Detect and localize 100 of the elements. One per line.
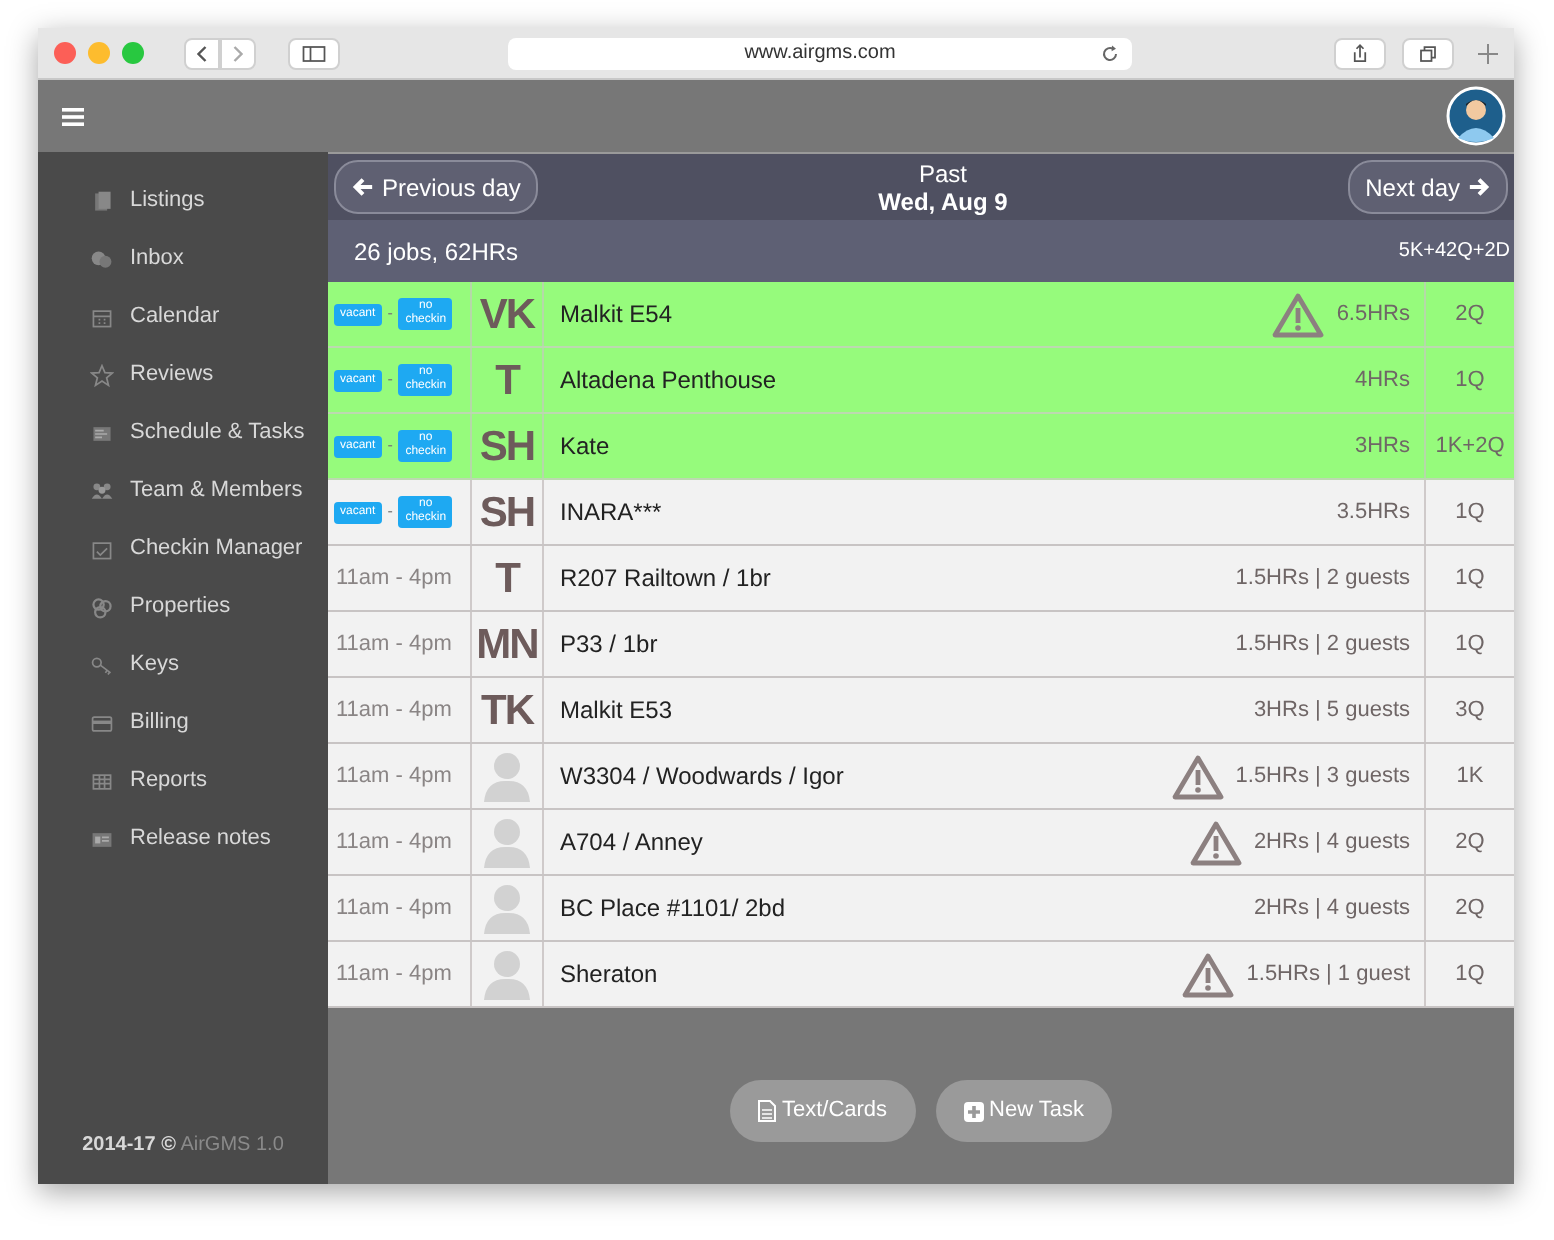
sidebar-item[interactable]: Schedule & Tasks [38, 404, 328, 462]
menu-icon[interactable] [62, 107, 84, 125]
beds-summary: 5K+42Q+2D [1398, 238, 1510, 266]
job-details: 1.5HRs | 2 guests [1235, 563, 1410, 594]
job-row[interactable]: 11am - 4pm MN P33 / 1br 1.5HRs | 2 guests 1Q [328, 612, 1514, 678]
jobs-summary: 26 jobs, 62HRs [354, 235, 519, 269]
back-icon[interactable] [184, 37, 220, 69]
sidebar-item[interactable]: Reviews [38, 346, 328, 404]
job-details: 3.5HRs [1336, 497, 1410, 528]
bed-count: 2Q [1455, 893, 1485, 924]
job-row[interactable]: 11am - 4pm T R207 Railtown / 1br 1.5HRs | 2 guests 1Q [328, 546, 1514, 612]
card-icon [90, 711, 114, 735]
property-name: P33 / 1br [560, 628, 658, 662]
job-row[interactable]: 11am - 4pm Sheraton 1.5HRs | 1 guest 1Q [328, 942, 1514, 1008]
property-name: Altadena Penthouse [560, 364, 777, 398]
job-row[interactable]: 11am - 4pm TK Malkit E53 3HRs | 5 guests 3Q [328, 678, 1514, 744]
job-details: 3HRs | 5 guests [1253, 695, 1410, 726]
property-name: A704 / Anney [560, 826, 703, 860]
job-details: 4HRs [1354, 365, 1410, 396]
sidebar-item[interactable]: Release notes [38, 810, 328, 868]
people-icon [90, 479, 114, 503]
bed-count: 2Q [1455, 299, 1485, 330]
time-range: 11am - 4pm [336, 629, 452, 660]
job-row[interactable]: 11am - 4pm A704 / Anney 2HRs | 4 guests 2Q [328, 810, 1514, 876]
job-details: 2HRs | 4 guests [1253, 893, 1410, 924]
time-range: 11am - 4pm [336, 893, 452, 924]
sidebar-item[interactable]: Reports [38, 752, 328, 810]
sidebar-item[interactable]: Calendar [38, 288, 328, 346]
bed-count: 3Q [1455, 695, 1485, 726]
newspaper-icon [90, 827, 114, 851]
sidebar-item[interactable]: Team & Members [38, 462, 328, 520]
separator-text: - [387, 368, 393, 392]
job-details: 6.5HRs [1336, 299, 1410, 330]
property-name: Malkit E54 [560, 298, 673, 332]
arrow-left-icon [352, 176, 374, 198]
person-placeholder-icon [482, 948, 532, 1000]
initials-text: T [495, 557, 519, 599]
person-placeholder-icon [482, 750, 532, 802]
job-details: 1.5HRs | 3 guests [1235, 761, 1410, 792]
documents-icon [90, 189, 114, 213]
property-name: R207 Railtown / 1br [560, 562, 771, 596]
bed-count: 1Q [1455, 959, 1485, 990]
person-placeholder-icon [482, 882, 532, 934]
initials-text: T [495, 359, 519, 401]
previous-day-button[interactable]: Previous day [334, 160, 539, 214]
sidebar-item[interactable]: Properties [38, 578, 328, 636]
share-icon[interactable] [1334, 37, 1386, 69]
rings-icon [90, 595, 114, 619]
separator-text: - [387, 302, 393, 326]
time-range: 11am - 4pm [336, 827, 452, 858]
property-name: Sheraton [560, 958, 658, 992]
star-icon [90, 363, 114, 387]
property-name: BC Place #1101/ 2bd [560, 892, 786, 926]
initials-text: SH [479, 491, 535, 533]
time-range: 11am - 4pm [336, 959, 452, 990]
key-icon [90, 653, 114, 677]
bed-count: 1Q [1455, 365, 1485, 396]
sidebar-item[interactable]: Checkin Manager [38, 520, 328, 578]
property-name: Kate [560, 430, 610, 464]
bed-count: 1Q [1455, 629, 1485, 660]
property-name: W3304 / Woodwards / Igor [560, 760, 844, 794]
date-label: Wed, Aug 9 [878, 187, 1008, 215]
next-day-button[interactable]: Next day [1347, 160, 1508, 214]
reload-icon[interactable] [1100, 43, 1120, 63]
list-icon [90, 421, 114, 445]
job-details: 1.5HRs | 1 guest [1246, 959, 1410, 990]
arrow-right-icon [1468, 176, 1490, 198]
sidebar-item[interactable]: Listings [38, 172, 328, 230]
bed-count: 1Q [1455, 563, 1485, 594]
time-range: 11am - 4pm [336, 761, 452, 792]
chat-icon [90, 247, 114, 271]
sidebar-item[interactable]: Keys [38, 636, 328, 694]
url-text: www.airgms.com [744, 40, 896, 68]
sidebar-item[interactable]: Billing [38, 694, 328, 752]
bed-count: 1K+2Q [1435, 431, 1505, 462]
time-range: 11am - 4pm [336, 695, 452, 726]
document-icon [757, 1100, 776, 1122]
sidebar-item[interactable]: Inbox [38, 230, 328, 288]
initials-text: TK [481, 689, 533, 731]
property-name: INARA*** [560, 496, 662, 530]
job-details: 2HRs | 4 guests [1253, 827, 1410, 858]
initials-text: VK [479, 293, 535, 335]
bed-count: 1K [1456, 761, 1484, 792]
job-row[interactable]: 11am - 4pm W3304 / Woodwards / Igor 1.5HRs | 3 guests 1K [328, 744, 1514, 810]
person-placeholder-icon [482, 816, 532, 868]
calendar-check-icon [90, 537, 114, 561]
sidebar-icon[interactable] [288, 37, 340, 69]
copyright-text: 2014-17 © [82, 1134, 176, 1156]
job-row[interactable]: 11am - 4pm BC Place #1101/ 2bd 2HRs | 4 guests 2Q [328, 876, 1514, 942]
separator-text: - [387, 500, 393, 524]
tabs-icon[interactable] [1402, 37, 1454, 69]
plus-icon [963, 1101, 984, 1121]
table-icon [90, 769, 114, 793]
initials-text: SH [479, 425, 535, 467]
avatar-icon[interactable] [1446, 86, 1506, 146]
address-bar[interactable]: www.airgms.com [508, 37, 1132, 69]
separator-text: - [387, 434, 393, 458]
initials-text: MN [476, 623, 538, 665]
version-text: AirGMS 1.0 [180, 1134, 284, 1156]
job-details: 3HRs [1354, 431, 1410, 462]
